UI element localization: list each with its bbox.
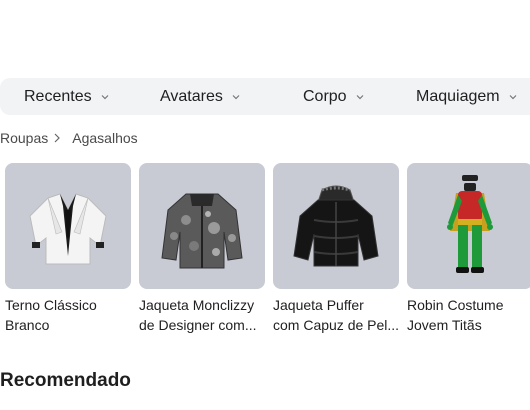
item-card-robin[interactable]: Robin Costume Jovem Titãs bbox=[407, 163, 530, 335]
item-name-line2: Jovem Titãs bbox=[407, 317, 482, 333]
item-card-monclizzy[interactable]: Jaqueta Monclizzy de Designer com... bbox=[139, 163, 265, 335]
breadcrumb: Roupas Agasalhos bbox=[0, 129, 138, 147]
breadcrumb-roupas[interactable]: Roupas bbox=[0, 130, 48, 146]
item-thumbnail bbox=[139, 163, 265, 289]
category-tabbar: Recentes Avatares Corpo Maquiagem bbox=[0, 78, 530, 115]
item-name-line1: Robin Costume bbox=[407, 297, 504, 313]
item-card-puffer[interactable]: Jaqueta Puffer com Capuz de Pel... bbox=[273, 163, 399, 335]
item-name-line2: de Designer com... bbox=[139, 317, 257, 333]
chevron-right-icon bbox=[53, 133, 61, 143]
white-suit-icon bbox=[29, 193, 107, 265]
tab-label: Corpo bbox=[303, 87, 347, 105]
item-name-line2: com Capuz de Pel... bbox=[273, 317, 399, 333]
chevron-down-icon bbox=[232, 93, 240, 101]
breadcrumb-agasalhos: Agasalhos bbox=[72, 130, 138, 146]
tab-label: Maquiagem bbox=[416, 87, 500, 105]
item-thumbnail bbox=[5, 163, 131, 289]
camo-jacket-icon bbox=[161, 193, 243, 269]
item-thumbnail bbox=[273, 163, 399, 289]
chevron-down-icon bbox=[509, 93, 517, 101]
item-card-terno[interactable]: Terno Clássico Branco bbox=[5, 163, 131, 335]
chevron-down-icon bbox=[101, 93, 109, 101]
robin-costume-icon bbox=[447, 175, 493, 273]
tab-label: Avatares bbox=[160, 87, 223, 105]
tab-avatares[interactable]: Avatares bbox=[160, 78, 240, 115]
tab-corpo[interactable]: Corpo bbox=[303, 78, 364, 115]
item-name-line2: Branco bbox=[5, 317, 50, 333]
tab-recentes[interactable]: Recentes bbox=[24, 78, 109, 115]
puffer-jacket-icon bbox=[293, 185, 379, 267]
item-name-line1: Jaqueta Monclizzy bbox=[139, 297, 255, 313]
item-name-line1: Jaqueta Puffer bbox=[273, 297, 364, 313]
section-title-recomendado: Recomendado bbox=[0, 370, 131, 391]
item-thumbnail bbox=[407, 163, 530, 289]
item-name-line1: Terno Clássico bbox=[5, 297, 97, 313]
chevron-down-icon bbox=[356, 93, 364, 101]
tab-label: Recentes bbox=[24, 87, 92, 105]
tab-maquiagem[interactable]: Maquiagem bbox=[416, 78, 517, 115]
